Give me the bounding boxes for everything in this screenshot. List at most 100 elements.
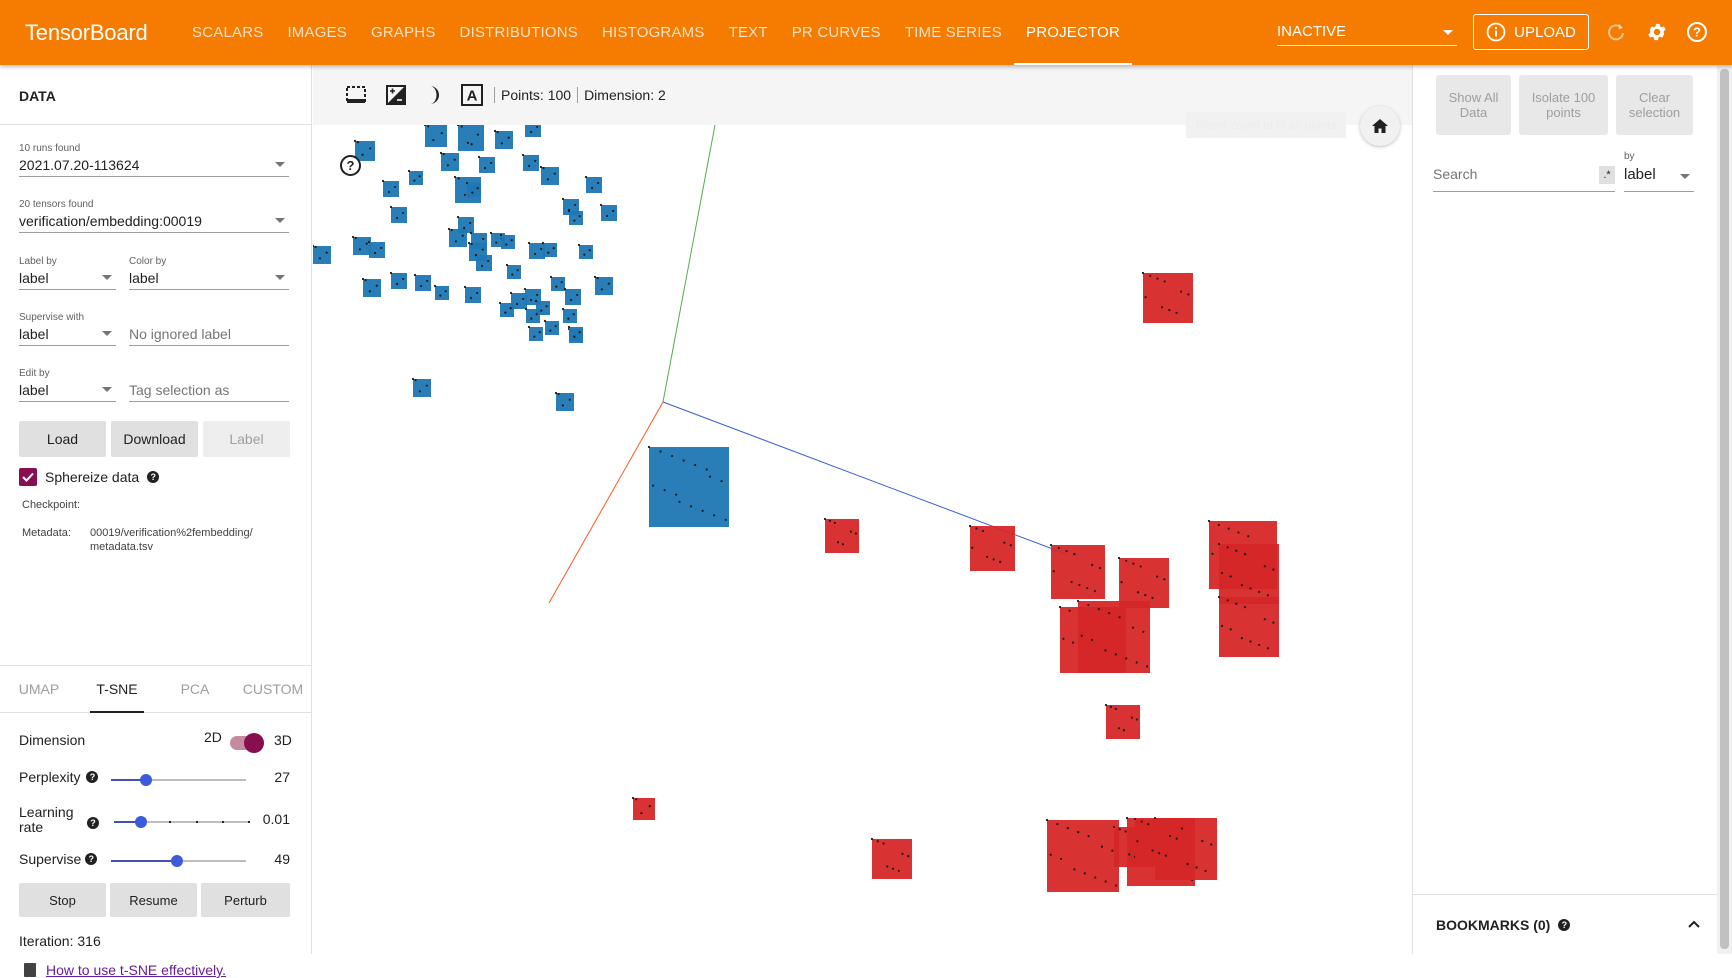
label-button[interactable]: Label [203, 421, 290, 457]
show-all-data-button[interactable]: Show All Data [1436, 75, 1511, 135]
embedding-point[interactable] [507, 265, 521, 279]
tab-histograms[interactable]: HISTOGRAMS [590, 0, 717, 65]
scatter-plot[interactable] [313, 125, 1412, 954]
tab-pr-curves[interactable]: PR CURVES [780, 0, 893, 65]
embedding-point[interactable] [569, 327, 583, 341]
moon-icon[interactable] [422, 83, 446, 107]
embedding-point[interactable] [500, 303, 514, 317]
tab-pca[interactable]: PCA [156, 666, 234, 712]
embedding-point[interactable] [556, 393, 574, 411]
edit-by-select[interactable]: Edit by label [19, 368, 116, 402]
embedding-point[interactable] [1143, 273, 1193, 323]
help-icon[interactable]: ? [340, 155, 361, 176]
embedding-point[interactable] [569, 211, 583, 225]
embedding-point[interactable] [1106, 705, 1140, 739]
embedding-point[interactable] [523, 155, 539, 171]
help-icon[interactable]: ? [1558, 918, 1571, 931]
embedding-point[interactable] [413, 379, 431, 397]
embedding-point[interactable] [391, 207, 407, 223]
label-toggle-icon[interactable]: A [460, 83, 484, 107]
help-icon[interactable]: ? [1685, 20, 1709, 44]
bounding-box-select-icon[interactable] [344, 83, 368, 107]
tab-scalars[interactable]: SCALARS [180, 0, 275, 65]
embedding-point[interactable] [435, 286, 449, 300]
search-by-select[interactable]: label [1624, 166, 1694, 192]
embedding-point[interactable] [633, 798, 655, 820]
search-input[interactable]: Search .* [1433, 166, 1615, 192]
tab-umap[interactable]: UMAP [0, 666, 78, 712]
embedding-point[interactable] [825, 519, 859, 553]
embedding-point[interactable] [369, 242, 385, 258]
sphereize-checkbox[interactable] [19, 468, 37, 486]
embedding-point[interactable] [1119, 558, 1169, 608]
resume-button[interactable]: Resume [110, 883, 197, 917]
upload-button[interactable]: UPLOAD [1473, 14, 1589, 50]
embedding-point[interactable] [649, 447, 729, 527]
embedding-point[interactable] [1051, 545, 1105, 599]
embedding-point[interactable] [467, 183, 481, 197]
embedding-point[interactable] [409, 171, 423, 185]
regex-toggle[interactable]: .* [1599, 166, 1615, 184]
embedding-point[interactable] [872, 839, 912, 879]
embedding-point[interactable] [383, 181, 399, 197]
embedding-point[interactable] [1135, 819, 1181, 865]
tag-selection-input[interactable]: Tag selection as [129, 368, 289, 402]
learning-rate-slider[interactable] [114, 816, 250, 828]
embedding-point[interactable] [551, 277, 565, 291]
tab-graphs[interactable]: GRAPHS [359, 0, 448, 65]
embedding-point[interactable] [465, 287, 481, 303]
embedding-point[interactable] [529, 243, 545, 259]
embedding-point[interactable] [543, 243, 557, 257]
embedding-point[interactable] [425, 125, 447, 147]
help-icon[interactable]: ? [86, 771, 99, 783]
download-button[interactable]: Download [111, 421, 198, 457]
refresh-icon[interactable] [1604, 20, 1628, 44]
embedding-point[interactable] [501, 235, 515, 249]
help-icon[interactable]: ? [147, 471, 160, 483]
supervise-with-select[interactable]: Supervise with label [19, 312, 116, 346]
tab-images[interactable]: IMAGES [275, 0, 359, 65]
night-mode-contrast-icon[interactable] [384, 83, 408, 107]
help-icon[interactable]: ? [87, 817, 99, 829]
embedding-point[interactable] [595, 277, 613, 295]
slider-knob[interactable] [171, 855, 183, 867]
isolate-points-button[interactable]: Isolate 100 points [1519, 75, 1608, 135]
embedding-point[interactable] [449, 229, 467, 247]
embedding-point[interactable] [476, 255, 492, 271]
label-by-select[interactable]: Label by label [19, 256, 116, 290]
embedding-point[interactable] [579, 245, 593, 259]
color-by-select[interactable]: Color by label [129, 256, 289, 290]
embedding-point[interactable] [529, 327, 543, 341]
embedding-point[interactable] [495, 131, 513, 149]
embedding-point[interactable] [525, 125, 541, 137]
run-selector[interactable]: 10 runs found 2021.07.20-113624 [19, 143, 289, 177]
supervise-slider[interactable] [111, 855, 246, 867]
embedding-point[interactable] [545, 321, 559, 335]
embedding-point[interactable] [391, 273, 407, 289]
embedding-point[interactable] [313, 246, 331, 264]
tensor-selector[interactable]: 20 tensors found verification/embedding:… [19, 199, 289, 233]
slider-knob[interactable] [140, 774, 152, 786]
perturb-button[interactable]: Perturb [201, 883, 290, 917]
reset-zoom-button[interactable] [1360, 106, 1400, 146]
tab-tsne[interactable]: T-SNE [78, 666, 156, 713]
tab-text[interactable]: TEXT [717, 0, 780, 65]
bookmarks-panel[interactable]: BOOKMARKS (0) ? [1412, 894, 1717, 954]
embedding-point[interactable] [353, 237, 371, 255]
gear-icon[interactable] [1645, 20, 1669, 44]
embedding-point[interactable] [1078, 601, 1150, 673]
embedding-point[interactable] [1047, 820, 1119, 892]
embedding-point[interactable] [363, 279, 381, 297]
chevron-up-icon[interactable] [1687, 919, 1701, 929]
stop-button[interactable]: Stop [19, 883, 106, 917]
embedding-point[interactable] [601, 205, 617, 221]
embedding-point[interactable] [526, 309, 540, 323]
embedding-point[interactable] [541, 167, 559, 185]
embedding-point[interactable] [970, 526, 1015, 571]
perplexity-slider[interactable] [111, 774, 246, 786]
embedding-point[interactable] [479, 157, 495, 173]
projector-canvas[interactable]: ? [313, 125, 1412, 954]
scrollbar-thumb[interactable] [1720, 69, 1729, 949]
dimension-toggle[interactable] [230, 733, 264, 753]
load-button[interactable]: Load [19, 421, 106, 457]
